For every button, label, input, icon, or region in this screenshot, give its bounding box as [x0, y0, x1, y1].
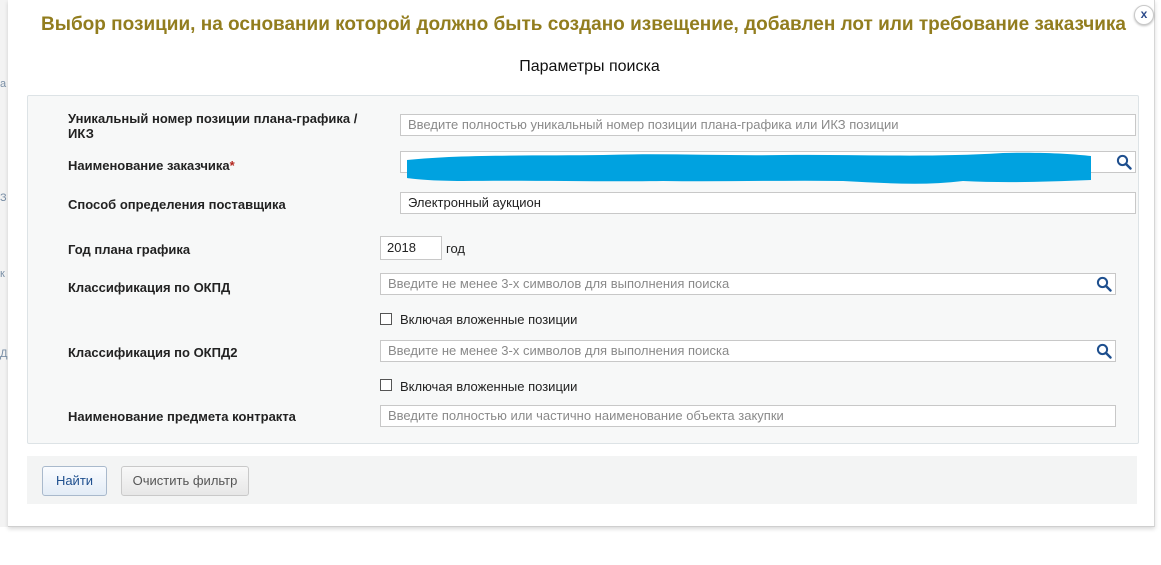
okpd2-input[interactable]: Введите не менее 3-х символов для выполн…	[380, 340, 1116, 362]
okpd-include-nested-checkbox[interactable]	[380, 313, 392, 325]
background-fragment: к	[0, 268, 5, 280]
search-icon[interactable]	[1096, 276, 1112, 292]
search-icon[interactable]	[1096, 343, 1112, 359]
contract-subject-label: Наименование предмета контракта	[68, 409, 296, 424]
okpd2-include-nested-checkbox[interactable]	[380, 379, 392, 391]
background-fragment: а	[0, 78, 7, 90]
plan-year-input[interactable]: 2018	[380, 236, 442, 260]
plan-year-suffix: год	[446, 241, 465, 256]
customer-name-label-text: Наименование заказчика	[68, 158, 230, 173]
customer-name-label: Наименование заказчика*	[68, 158, 235, 173]
supplier-method-select[interactable]: Электронный аукцион	[400, 192, 1136, 214]
background-fragment: Д	[0, 348, 8, 360]
position-number-label: Уникальный номер позиции плана-графика /…	[68, 111, 358, 141]
supplier-method-label: Способ определения поставщика	[68, 197, 286, 212]
required-mark: *	[229, 158, 235, 173]
plan-year-label: Год плана графика	[68, 242, 191, 257]
okpd2-include-nested-label: Включая вложенные позиции	[400, 379, 578, 394]
section-title: Параметры поиска	[519, 58, 660, 75]
okpd-placeholder: Введите не менее 3-х символов для выполн…	[388, 276, 730, 291]
redaction-scribble	[407, 152, 1091, 184]
search-params-panel: Уникальный номер позиции плана-графика /…	[27, 95, 1139, 444]
okpd2-placeholder: Введите не менее 3-х символов для выполн…	[388, 343, 730, 358]
search-icon[interactable]	[1116, 154, 1132, 170]
find-button[interactable]: Найти	[42, 466, 107, 496]
okpd-label: Классификация по ОКПД	[68, 280, 231, 295]
background-fragment: З	[0, 192, 7, 204]
okpd-input[interactable]: Введите не менее 3-х символов для выполн…	[380, 273, 1116, 295]
okpd2-label: Классификация по ОКПД2	[68, 345, 238, 360]
dialog-title: Выбор позиции, на основании которой долж…	[41, 14, 1126, 35]
contract-subject-input[interactable]: Введите полностью или частично наименова…	[380, 405, 1116, 427]
customer-name-input[interactable]	[400, 151, 1136, 184]
dialog-footer: Найти Очистить фильтр	[27, 456, 1137, 504]
position-number-input[interactable]: Введите полностью уникальный номер позиц…	[400, 114, 1136, 136]
position-selection-dialog: x Выбор позиции, на основании которой до…	[8, 0, 1155, 527]
clear-filter-button[interactable]: Очистить фильтр	[121, 466, 249, 496]
okpd-include-nested-label: Включая вложенные позиции	[400, 312, 578, 327]
